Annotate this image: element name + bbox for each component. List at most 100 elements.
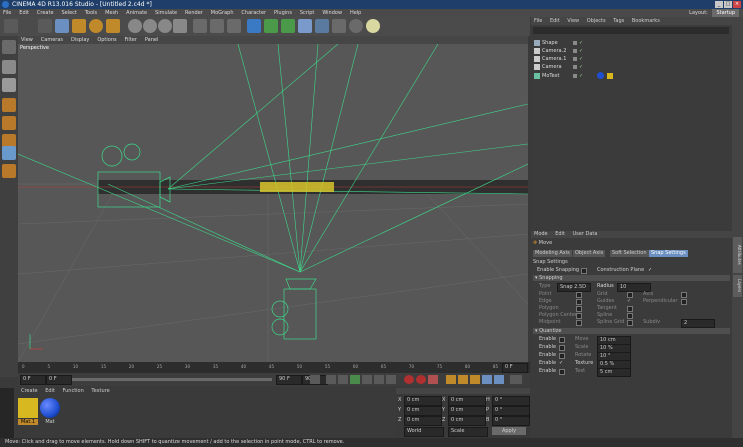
quantize-section-header[interactable]: ▾ Quantize: [533, 328, 730, 334]
tab-object-axis[interactable]: Object Axis: [573, 250, 606, 257]
menu-script[interactable]: Script: [297, 9, 318, 17]
timeline-options-icon[interactable]: [510, 375, 522, 384]
object-menu-bookmarks[interactable]: Bookmarks: [629, 18, 663, 24]
rotate-icon[interactable]: [89, 19, 103, 33]
enable-check-icon[interactable]: ✓: [579, 47, 583, 55]
material-name-1[interactable]: Mat.1: [18, 419, 38, 425]
material-name-2[interactable]: Mat: [40, 419, 60, 425]
menu-mesh[interactable]: Mesh: [102, 9, 121, 17]
material-swatch-2[interactable]: [40, 398, 60, 418]
material-menu-create[interactable]: Create: [18, 388, 41, 394]
minimize-button[interactable]: _: [715, 1, 723, 8]
material-menu-edit[interactable]: Edit: [42, 388, 58, 394]
layout-selector[interactable]: Layout: Startup: [686, 9, 739, 17]
subdivision-icon[interactable]: [281, 19, 295, 33]
menu-create[interactable]: Create: [34, 9, 57, 17]
enable-check-icon[interactable]: ✓: [579, 72, 583, 80]
viewport-menu-filter[interactable]: Filter: [122, 37, 140, 43]
snap-icon[interactable]: [2, 164, 16, 178]
make-editable-icon[interactable]: [2, 40, 16, 54]
object-row[interactable]: Camera.1 ✓: [531, 55, 732, 63]
x-axis-icon[interactable]: [128, 19, 142, 33]
autokey-icon[interactable]: [416, 375, 426, 384]
material-tag-blue-icon[interactable]: [597, 72, 604, 79]
material-tag-yellow-icon[interactable]: [607, 73, 613, 79]
enable-check-icon[interactable]: ✓: [579, 55, 583, 63]
key-scale-icon[interactable]: [458, 375, 468, 384]
key-rotation-icon[interactable]: [470, 375, 480, 384]
snapping-section-header[interactable]: ▾ Snapping: [533, 275, 730, 281]
undo-icon[interactable]: [4, 19, 18, 33]
snap-spline-grid-checkbox[interactable]: [627, 320, 633, 326]
texture-mode-icon[interactable]: [2, 78, 16, 92]
material-menu-function[interactable]: Function: [60, 388, 87, 394]
points-mode-icon[interactable]: [2, 98, 16, 112]
menu-animate[interactable]: Animate: [123, 9, 150, 17]
coord-b-rotation[interactable]: 0 °: [492, 416, 530, 426]
menu-mograph[interactable]: MoGraph: [208, 9, 237, 17]
coord-p-rotation[interactable]: 0 °: [492, 406, 530, 416]
object-menu-tags[interactable]: Tags: [610, 18, 627, 24]
attr-menu-user-data[interactable]: User Data: [570, 231, 601, 237]
tab-layers[interactable]: Layers: [733, 275, 742, 297]
apply-button[interactable]: Apply: [492, 427, 526, 435]
menu-edit[interactable]: Edit: [16, 9, 32, 17]
range-slider[interactable]: [72, 378, 272, 381]
array-icon[interactable]: [298, 19, 312, 33]
quantize-text-checkbox[interactable]: [559, 369, 565, 375]
construction-plane-checkbox[interactable]: ✓: [648, 267, 652, 274]
keyframe-selection-icon[interactable]: [428, 375, 438, 384]
y-axis-icon[interactable]: [143, 19, 157, 33]
viewport-menu-display[interactable]: Display: [68, 37, 92, 43]
coord-y-size[interactable]: 0 cm: [448, 406, 486, 416]
record-icon[interactable]: [404, 375, 414, 384]
motext-object[interactable]: [260, 182, 334, 192]
object-menu-objects[interactable]: Objects: [584, 18, 609, 24]
key-position-icon[interactable]: [446, 375, 456, 384]
object-name[interactable]: Camera: [542, 63, 562, 71]
quantize-scale-checkbox[interactable]: [559, 345, 565, 351]
coord-z-size[interactable]: 0 cm: [448, 416, 486, 426]
object-row[interactable]: Camera.2 ✓: [531, 47, 732, 55]
viewport-menu-panel[interactable]: Panel: [142, 37, 162, 43]
snap-midpoint-checkbox[interactable]: [576, 320, 582, 326]
perspective-viewport[interactable]: Perspective: [18, 44, 528, 362]
maximize-button[interactable]: □: [724, 1, 732, 8]
cube-icon[interactable]: [247, 19, 261, 33]
edges-mode-icon[interactable]: [2, 116, 16, 130]
current-frame-field[interactable]: 0 F: [502, 363, 528, 373]
menu-file[interactable]: File: [0, 9, 14, 17]
min-frame-field[interactable]: 0 F: [46, 375, 72, 385]
attr-menu-edit[interactable]: Edit: [552, 231, 568, 237]
viewport-menu-options[interactable]: Options: [94, 37, 119, 43]
visibility-dot-icon[interactable]: [573, 49, 577, 53]
next-key-icon[interactable]: [374, 375, 384, 384]
object-row[interactable]: Shape ✓: [531, 39, 732, 47]
coord-mode-select[interactable]: World: [404, 427, 444, 437]
material-swatch-1[interactable]: [18, 398, 38, 418]
object-name[interactable]: MoText: [542, 72, 560, 80]
coordinate-system-icon[interactable]: [173, 19, 187, 33]
previous-key-icon[interactable]: [326, 375, 336, 384]
object-search-field[interactable]: [533, 27, 729, 34]
close-button[interactable]: ×: [733, 1, 741, 8]
menu-simulate[interactable]: Simulate: [152, 9, 180, 17]
visibility-dot-icon[interactable]: [573, 57, 577, 61]
camera-icon[interactable]: [349, 19, 363, 33]
viewport-menu-view[interactable]: View: [18, 37, 36, 43]
subdiv-field[interactable]: 2: [681, 319, 715, 328]
enable-snapping-checkbox[interactable]: [581, 268, 587, 274]
object-name[interactable]: Camera.2: [542, 47, 566, 55]
layout-value[interactable]: Startup: [712, 9, 739, 17]
tab-soft-selection[interactable]: Soft Selection: [610, 250, 649, 257]
go-to-end-icon[interactable]: [386, 375, 396, 384]
scale-icon[interactable]: [72, 19, 86, 33]
quantize-texture-checkbox[interactable]: ✓: [559, 360, 563, 367]
attr-menu-mode[interactable]: Mode: [531, 231, 551, 237]
menu-character[interactable]: Character: [238, 9, 269, 17]
object-menu-view[interactable]: View: [564, 18, 582, 24]
enable-check-icon[interactable]: ✓: [579, 39, 583, 47]
key-pla-icon[interactable]: [494, 375, 504, 384]
visibility-dot-icon[interactable]: [573, 65, 577, 69]
coord-scale-mode-select[interactable]: Scale: [448, 427, 488, 437]
